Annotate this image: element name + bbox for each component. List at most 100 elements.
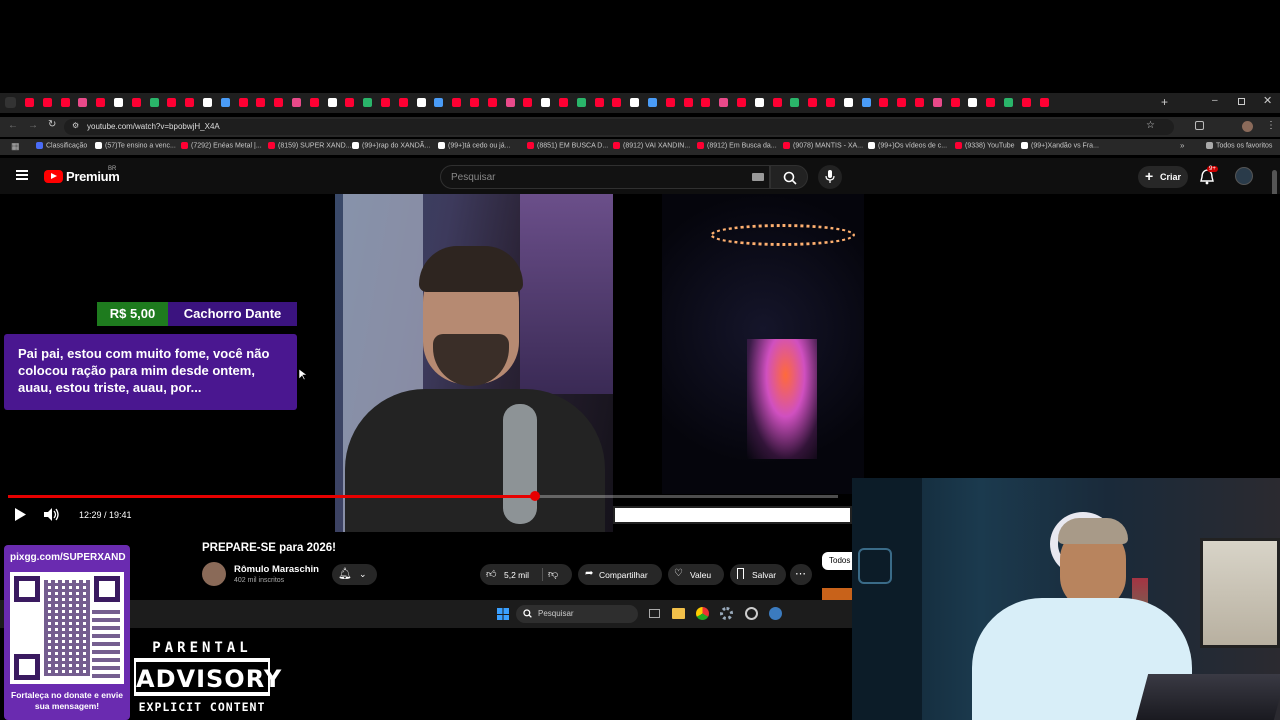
- browser-tab[interactable]: [185, 98, 195, 107]
- bookmark-item[interactable]: (99+)Xandão vs Fra...: [1021, 142, 1099, 149]
- browser-tab[interactable]: [932, 98, 942, 107]
- browser-tab[interactable]: [309, 98, 319, 107]
- browser-tab[interactable]: [594, 98, 604, 107]
- progress-scrubber[interactable]: [530, 491, 541, 501]
- browser-tab[interactable]: [398, 98, 408, 107]
- notifications-button[interactable]: 9+: [1200, 166, 1218, 185]
- browser-tab[interactable]: [790, 98, 800, 107]
- browser-tab[interactable]: [1039, 98, 1049, 107]
- task-view-icon[interactable]: [649, 609, 660, 618]
- browser-tab[interactable]: [167, 98, 177, 107]
- browser-tab[interactable]: [648, 98, 657, 107]
- browser-tab[interactable]: [470, 98, 479, 107]
- tab-search-button[interactable]: [5, 97, 16, 108]
- browser-tab[interactable]: [416, 98, 426, 107]
- forward-icon[interactable]: →: [28, 120, 38, 131]
- steam-icon[interactable]: [769, 607, 782, 620]
- reload-icon[interactable]: ↻: [48, 119, 56, 130]
- browser-tab[interactable]: [950, 98, 960, 107]
- profile-avatar[interactable]: [1242, 121, 1253, 132]
- address-bar[interactable]: ⚙ youtube.com/watch?v=bpobwjH_X4A ☆: [64, 119, 1174, 135]
- new-tab-button[interactable]: +: [1161, 95, 1168, 109]
- browser-tab[interactable]: [1021, 98, 1031, 107]
- browser-tab[interactable]: [238, 98, 248, 107]
- channel-name[interactable]: Rômulo Maraschin: [234, 564, 319, 575]
- minimize-button[interactable]: –: [1212, 95, 1218, 106]
- browser-tab[interactable]: [96, 98, 106, 107]
- browser-tab[interactable]: [434, 98, 444, 107]
- browser-tab[interactable]: [274, 98, 284, 107]
- save-button[interactable]: Salvar: [730, 564, 786, 585]
- browser-tab[interactable]: [986, 98, 996, 107]
- site-info-icon[interactable]: ⚙: [72, 121, 79, 130]
- browser-tab[interactable]: [772, 98, 782, 107]
- bookmark-item[interactable]: (7292) Enéas Metal |...: [181, 142, 262, 149]
- like-button[interactable]: 👍︎ 5,2 mil: [486, 564, 540, 585]
- browser-tab[interactable]: [612, 98, 622, 107]
- browser-tab[interactable]: [665, 98, 675, 107]
- browser-tab[interactable]: [630, 98, 640, 107]
- browser-tab[interactable]: [541, 98, 551, 107]
- browser-tab[interactable]: [808, 98, 818, 107]
- obs-icon[interactable]: [745, 607, 758, 620]
- browser-tab[interactable]: [381, 98, 390, 107]
- bookmark-item[interactable]: (9338) YouTube: [955, 142, 1015, 149]
- browser-tab[interactable]: [683, 98, 693, 107]
- thanks-button[interactable]: ♡ Valeu: [668, 564, 724, 585]
- browser-tab[interactable]: [897, 98, 907, 107]
- browser-tab[interactable]: [327, 98, 337, 107]
- browser-tab[interactable]: [256, 98, 266, 107]
- search-input[interactable]: Pesquisar: [440, 165, 770, 189]
- browser-tab[interactable]: [42, 98, 52, 107]
- browser-tab[interactable]: [843, 98, 853, 107]
- browser-tab[interactable]: [576, 98, 586, 107]
- voice-search-button[interactable]: [818, 165, 842, 189]
- browser-tab[interactable]: [452, 98, 462, 107]
- bookmark-item[interactable]: (99+)tá cedo ou já...: [438, 142, 510, 149]
- extensions-icon[interactable]: [1195, 121, 1204, 130]
- bookmarks-overflow-icon[interactable]: »: [1180, 141, 1184, 150]
- menu-icon[interactable]: [16, 170, 28, 180]
- browser-tab[interactable]: [826, 98, 835, 107]
- create-button[interactable]: + Criar: [1138, 166, 1188, 188]
- search-button[interactable]: [770, 165, 808, 189]
- account-avatar[interactable]: [1235, 167, 1253, 185]
- browser-tab[interactable]: [861, 98, 871, 107]
- file-explorer-icon[interactable]: [672, 608, 685, 619]
- close-window-button[interactable]: ✕: [1263, 94, 1272, 107]
- browser-tab[interactable]: [292, 98, 301, 107]
- more-actions-button[interactable]: ⋯: [790, 564, 812, 585]
- all-favorites-link[interactable]: Todos os favoritos: [1206, 142, 1272, 149]
- bookmark-item[interactable]: (8912) VAI XANDIN...: [613, 142, 690, 149]
- browser-tab[interactable]: [203, 98, 212, 107]
- browser-menu-icon[interactable]: ⋮: [1266, 120, 1276, 131]
- bookmark-item[interactable]: (8851) EM BUSCA D...: [527, 142, 608, 149]
- browser-tab[interactable]: [114, 98, 123, 107]
- browser-tab[interactable]: [78, 98, 88, 107]
- browser-tab[interactable]: [737, 98, 746, 107]
- browser-tab[interactable]: [968, 98, 978, 107]
- bookmark-star-icon[interactable]: ☆: [1146, 120, 1155, 131]
- browser-tab[interactable]: [754, 98, 764, 107]
- bookmark-item[interactable]: (99+)rap do XANDÃ...: [352, 142, 430, 149]
- browser-tab[interactable]: [701, 98, 711, 107]
- browser-tab[interactable]: [505, 98, 515, 107]
- browser-tab[interactable]: [345, 98, 355, 107]
- browser-tab[interactable]: [25, 98, 34, 107]
- play-icon[interactable]: [14, 508, 26, 521]
- browser-tab[interactable]: [60, 98, 70, 107]
- browser-tab[interactable]: [149, 98, 159, 107]
- progress-bar[interactable]: [8, 491, 838, 501]
- browser-tab[interactable]: [131, 98, 141, 107]
- chrome-icon[interactable]: [696, 607, 709, 620]
- volume-icon[interactable]: [44, 508, 60, 521]
- browser-tab[interactable]: [719, 98, 729, 107]
- recommended-thumbnail[interactable]: [822, 588, 852, 600]
- share-button[interactable]: ➦ Compartilhar: [578, 564, 662, 585]
- bookmark-item[interactable]: (8159) SUPER XAND...: [268, 142, 352, 149]
- taskbar-search[interactable]: Pesquisar: [516, 605, 638, 623]
- apps-icon[interactable]: ▦: [11, 141, 20, 152]
- dislike-button[interactable]: 👎︎: [548, 568, 558, 580]
- bookmark-item[interactable]: (57)Te ensino a venc...: [95, 142, 176, 149]
- browser-tab[interactable]: [220, 98, 230, 107]
